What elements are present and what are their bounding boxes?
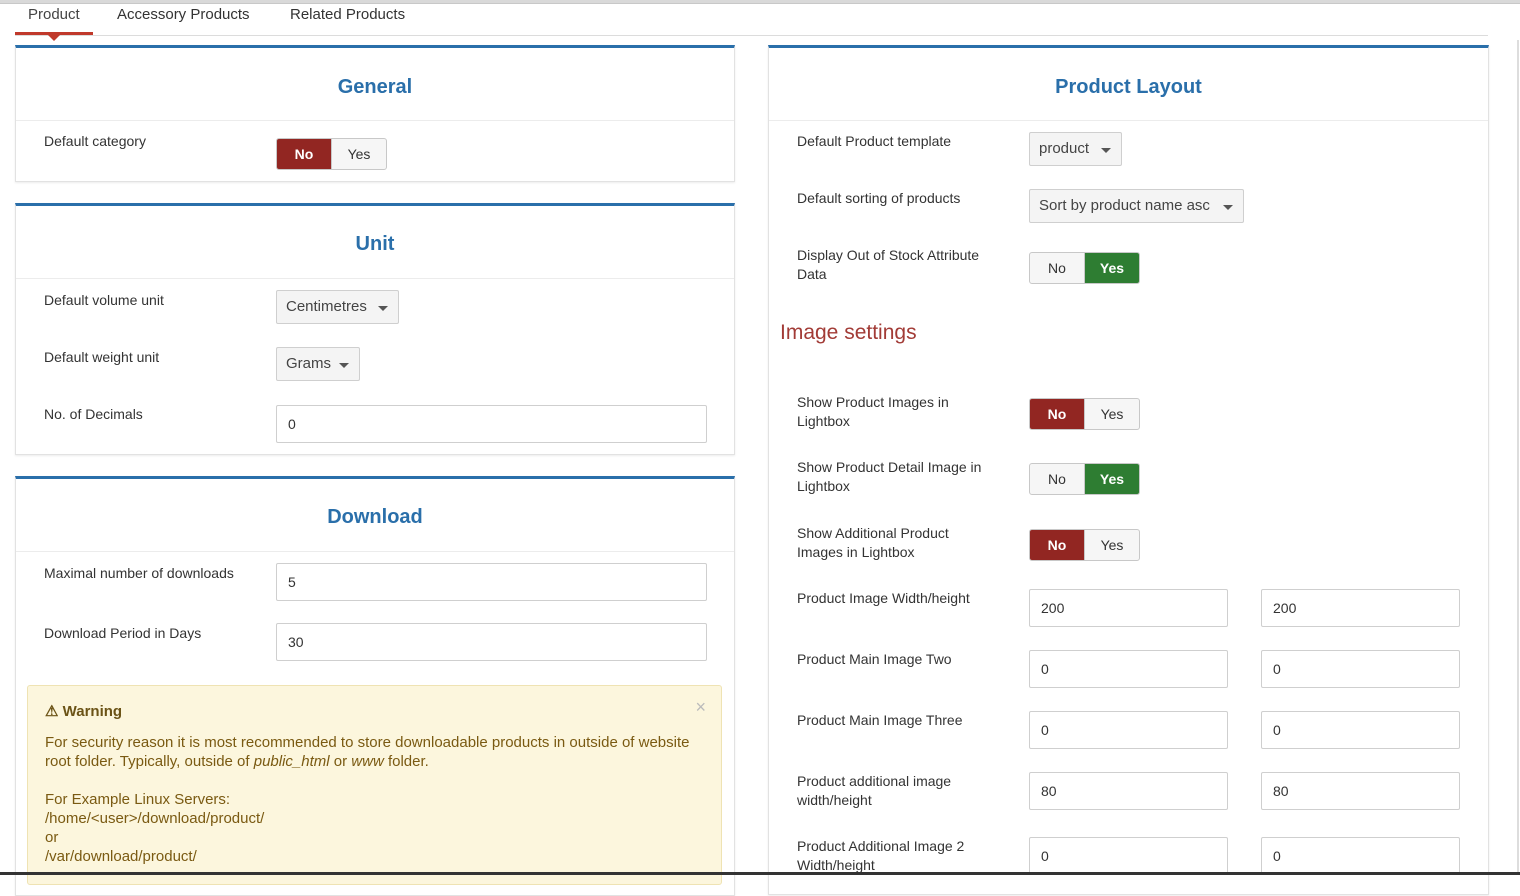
product-layout-title: Product Layout <box>1055 76 1202 98</box>
weight-unit-select[interactable]: Grams <box>276 347 360 381</box>
tab-accessory-products[interactable]: Accessory Products <box>104 4 263 35</box>
decimals-label: No. of Decimals <box>44 406 143 422</box>
warning-example: For Example Linux Servers: <box>45 791 231 808</box>
general-panel: General Default category No Yes <box>15 45 735 182</box>
product-template-value: product <box>1039 140 1090 157</box>
product-template-label: Default Product template <box>797 133 952 149</box>
additional-image-2-height-input[interactable]: 0 <box>1261 837 1460 875</box>
warning-text-part: folder. <box>383 753 429 770</box>
main-image-three-height-input[interactable]: 0 <box>1261 711 1460 749</box>
warning-title: Warning <box>62 703 123 720</box>
chevron-down-icon <box>1223 205 1233 210</box>
warning-text-part: or <box>329 753 352 770</box>
detail-lightbox-toggle: No Yes <box>1029 463 1140 495</box>
chevron-down-icon <box>339 363 349 368</box>
divider <box>16 120 734 121</box>
out-of-stock-no-button[interactable]: No <box>1030 253 1084 283</box>
sorting-label: Default sorting of products <box>797 190 961 206</box>
chevron-down-icon <box>378 306 388 311</box>
out-of-stock-label: Display Out of Stock Attribute Data <box>797 247 980 282</box>
additional-image-wh-label: Product additional image width/height <box>797 773 952 808</box>
image-settings-heading: Image settings <box>780 321 917 344</box>
weight-unit-label: Default weight unit <box>44 349 160 365</box>
lightbox-toggle: No Yes <box>1029 398 1140 430</box>
divider <box>16 278 734 279</box>
product-layout-panel: Product Layout Default Product template … <box>768 45 1489 895</box>
sorting-select[interactable]: Sort by product name asc <box>1029 189 1244 223</box>
warning-message: For security reason it is most recommend… <box>45 733 695 866</box>
max-downloads-label: Maximal number of downloads <box>44 565 234 581</box>
lightbox-no-button[interactable]: No <box>1030 399 1084 429</box>
chevron-down-icon <box>1101 148 1111 153</box>
additional-image-width-input[interactable]: 80 <box>1029 772 1228 810</box>
lightbox-label: Show Product Images in Lightbox <box>797 394 949 429</box>
tab-product[interactable]: Product <box>15 4 93 41</box>
download-period-label: Download Period in Days <box>44 625 202 641</box>
image-wh-label: Product Image Width/height <box>797 590 970 606</box>
additional-image-2-width-input[interactable]: 0 <box>1029 837 1228 875</box>
volume-unit-select[interactable]: Centimetres <box>276 290 399 324</box>
divider <box>769 120 1488 121</box>
main-image-three-width-input[interactable]: 0 <box>1029 711 1228 749</box>
default-category-yes-button[interactable]: Yes <box>331 139 386 169</box>
warning-text: For security reason it is most recommend… <box>45 733 695 771</box>
max-downloads-input[interactable]: 5 <box>276 563 707 601</box>
tab-related-products[interactable]: Related Products <box>277 4 418 35</box>
unit-panel: Unit Default volume unit Centimetres Def… <box>15 203 735 455</box>
detail-lightbox-yes-button[interactable]: Yes <box>1084 464 1139 494</box>
out-of-stock-toggle: No Yes <box>1029 252 1140 284</box>
download-title: Download <box>327 506 423 528</box>
sorting-value: Sort by product name asc <box>1039 197 1210 214</box>
warning-path-1: /home/<user>/download/product/ <box>45 810 265 827</box>
weight-unit-value: Grams <box>286 355 331 372</box>
main-image-two-label: Product Main Image Two <box>797 651 952 667</box>
close-icon[interactable]: × <box>695 698 706 717</box>
out-of-stock-yes-button[interactable]: Yes <box>1084 253 1139 283</box>
warning-alert: ⚠ Warning × For security reason it is mo… <box>27 685 722 885</box>
general-title: General <box>337 76 413 98</box>
warning-heading: ⚠ Warning <box>45 702 122 721</box>
main-image-two-height-input[interactable]: 0 <box>1261 650 1460 688</box>
additional-image-2-label: Product Additional Image 2 Width/height <box>797 838 965 873</box>
additional-image-height-input[interactable]: 80 <box>1261 772 1460 810</box>
default-category-no-button[interactable]: No <box>277 139 331 169</box>
main-image-two-width-input[interactable]: 0 <box>1029 650 1228 688</box>
additional-lightbox-no-button[interactable]: No <box>1030 530 1084 560</box>
default-category-toggle: No Yes <box>276 138 387 170</box>
download-period-input[interactable]: 30 <box>276 623 707 661</box>
volume-unit-label: Default volume unit <box>44 292 164 308</box>
divider <box>16 551 734 552</box>
decimals-input[interactable]: 0 <box>276 405 707 443</box>
detail-lightbox-no-button[interactable]: No <box>1030 464 1084 494</box>
lightbox-yes-button[interactable]: Yes <box>1084 399 1139 429</box>
unit-title: Unit <box>355 233 395 255</box>
warning-path-2: /var/download/product/ <box>45 848 197 865</box>
detail-lightbox-label: Show Product Detail Image in Lightbox <box>797 459 982 494</box>
volume-unit-value: Centimetres <box>286 298 367 315</box>
tab-bar: Product Accessory Products Related Produ… <box>15 4 1488 41</box>
additional-lightbox-yes-button[interactable]: Yes <box>1084 530 1139 560</box>
default-category-label: Default category <box>44 133 146 149</box>
main-image-three-label: Product Main Image Three <box>797 712 963 728</box>
warning-icon: ⚠ <box>45 703 59 720</box>
additional-lightbox-label: Show Additional Product Images in Lightb… <box>797 525 949 560</box>
additional-lightbox-toggle: No Yes <box>1029 529 1140 561</box>
scrollbar-track[interactable] <box>1517 40 1519 875</box>
product-template-select[interactable]: product <box>1029 132 1122 166</box>
image-width-input[interactable]: 200 <box>1029 589 1228 627</box>
warning-text-emphasis: public_html <box>253 753 330 770</box>
image-height-input[interactable]: 200 <box>1261 589 1460 627</box>
warning-text-emphasis: www <box>351 753 384 770</box>
warning-or: or <box>45 829 59 846</box>
